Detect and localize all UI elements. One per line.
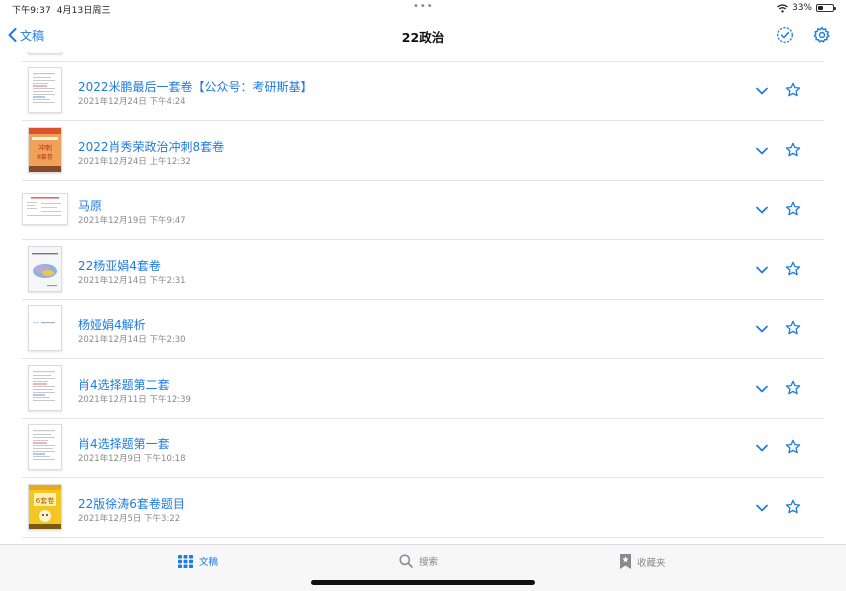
document-thumbnail[interactable]: 冲刺 8套卷	[28, 126, 62, 173]
status-time-date: 下午9:37 4月13日周三	[12, 3, 111, 16]
document-thumbnail[interactable]	[22, 193, 68, 225]
chevron-down-icon[interactable]	[755, 501, 769, 515]
document-row[interactable]: 冲刺 8套卷 2022肖秀荣政治冲刺8套卷 2021年12月24日 上午12:32	[22, 122, 824, 181]
status-date: 4月13日周三	[56, 6, 111, 16]
document-row[interactable]: 马原 2021年12月19日 下午9:47	[22, 181, 824, 240]
chevron-down-icon[interactable]	[755, 441, 769, 455]
document-date: 2021年12月9日 下午10:18	[78, 454, 186, 464]
star-icon[interactable]	[785, 142, 801, 158]
status-bar: 下午9:37 4月13日周三 ••• 33%	[0, 0, 846, 18]
battery-fill	[818, 6, 823, 10]
document-title[interactable]: 肖4选择题第二套	[78, 376, 170, 393]
svg-text:6套卷: 6套卷	[36, 496, 54, 505]
status-indicators: 33%	[777, 3, 836, 13]
document-thumbnail	[28, 52, 62, 54]
battery-icon	[816, 4, 836, 12]
gear-icon[interactable]	[813, 26, 831, 44]
wifi-icon	[777, 3, 788, 13]
document-thumbnail[interactable]	[28, 424, 62, 470]
document-date: 2021年12月14日 下午2:30	[78, 335, 186, 345]
multitasking-dots-icon[interactable]: •••	[413, 1, 434, 12]
home-indicator[interactable]	[311, 580, 535, 585]
document-title[interactable]: 杨娅娟4解析	[78, 316, 146, 333]
chevron-down-icon[interactable]	[755, 322, 769, 336]
tab-search-label: 搜索	[419, 557, 439, 568]
document-thumbnail[interactable]	[28, 305, 62, 351]
chevron-down-icon[interactable]	[755, 203, 769, 217]
status-time: 下午9:37	[12, 6, 51, 16]
tab-documents[interactable]: 文稿	[178, 554, 218, 568]
tab-search[interactable]: 搜索	[399, 554, 438, 568]
navigation-bar: 文稿 22政治	[0, 18, 846, 52]
document-date: 2021年12月24日 下午4:24	[78, 97, 186, 107]
star-icon[interactable]	[785, 499, 801, 515]
document-row[interactable]: 2022米鹏最后一套卷【公众号：考研斯基】 2021年12月24日 下午4:24	[22, 62, 824, 121]
tab-favorites[interactable]: 收藏夹	[620, 554, 666, 569]
document-date: 2021年12月19日 下午9:47	[78, 216, 186, 226]
document-date: 2021年12月11日 下午12:39	[78, 394, 191, 405]
document-row[interactable]: 6套卷 22版徐涛6套卷题目 2021年12月5日 下午3:22	[22, 479, 824, 538]
document-title[interactable]: 2022米鹏最后一套卷【公众号：考研斯基】	[78, 78, 313, 95]
tab-favorites-label: 收藏夹	[637, 557, 666, 569]
document-thumbnail[interactable]	[28, 245, 62, 292]
select-check-icon[interactable]	[776, 26, 794, 44]
star-icon[interactable]	[785, 201, 801, 217]
document-date: 2021年12月5日 下午3:22	[78, 513, 181, 524]
svg-text:8套卷: 8套卷	[37, 153, 53, 161]
document-row[interactable]: 肖4选择题第二套 2021年12月11日 下午12:39	[22, 360, 824, 419]
document-date: 2021年12月14日 下午2:31	[78, 275, 186, 286]
battery-percent: 33%	[791, 3, 812, 13]
search-icon	[399, 554, 413, 568]
chevron-down-icon[interactable]	[755, 382, 769, 396]
document-date: 2021年12月24日 上午12:32	[78, 156, 191, 167]
document-title[interactable]: 马原	[78, 197, 102, 214]
document-title[interactable]: 22杨亚娟4套卷	[78, 257, 161, 274]
document-thumbnail[interactable]	[28, 364, 62, 411]
document-thumbnail[interactable]	[28, 67, 62, 113]
chevron-down-icon[interactable]	[755, 263, 769, 277]
svg-text:冲刺: 冲刺	[38, 143, 52, 152]
star-icon[interactable]	[785, 380, 801, 396]
document-title[interactable]: 肖4选择题第一套	[78, 435, 170, 452]
star-icon[interactable]	[785, 320, 801, 336]
star-icon[interactable]	[785, 439, 801, 455]
document-list[interactable]: 2022米鹏最后一套卷【公众号：考研斯基】 2021年12月24日 下午4:24 冲…	[0, 52, 846, 544]
chevron-down-icon[interactable]	[755, 84, 769, 98]
document-row[interactable]: 22杨亚娟4套卷 2021年12月14日 下午2:31	[22, 241, 824, 300]
tab-documents-label: 文稿	[199, 557, 219, 568]
document-row[interactable]: 肖4选择题第一套 2021年12月9日 下午10:18	[22, 419, 824, 478]
document-thumbnail[interactable]: 6套卷	[28, 483, 62, 530]
page-title: 22政治	[401, 30, 445, 45]
document-title[interactable]: 2022肖秀荣政治冲刺8套卷	[78, 138, 224, 155]
document-row[interactable]: 杨娅娟4解析 2021年12月14日 下午2:30	[22, 300, 824, 359]
document-row-partial[interactable]	[22, 52, 824, 62]
star-icon[interactable]	[785, 261, 801, 277]
chevron-down-icon[interactable]	[755, 144, 769, 158]
document-title[interactable]: 22版徐涛6套卷题目	[78, 495, 185, 512]
grid-icon	[178, 554, 193, 568]
star-icon[interactable]	[785, 82, 801, 98]
bookmark-star-icon	[620, 554, 631, 569]
